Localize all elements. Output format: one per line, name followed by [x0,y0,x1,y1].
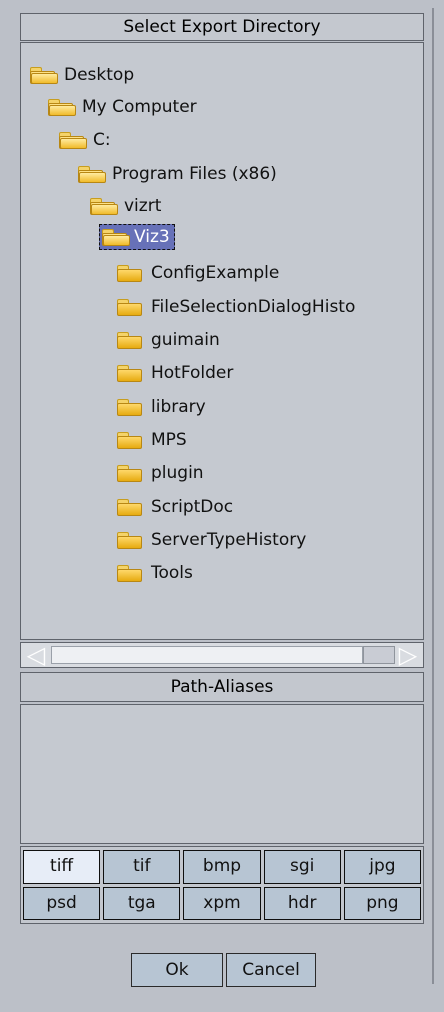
tree-item-plugin[interactable]: plugin [116,459,204,487]
tree-item-guimain[interactable]: guimain [116,326,220,354]
horizontal-scrollbar[interactable]: ◁ ▷ [20,642,424,668]
tree-item-label: Desktop [64,65,135,85]
tree-item-program-files-x86[interactable]: Program Files (x86) [77,160,277,188]
tree-item-label: ConfigExample [151,263,280,283]
scroll-right-icon[interactable]: ▷ [395,643,421,667]
tree-item-configexample[interactable]: ConfigExample [116,259,279,287]
tree-item-label: plugin [151,463,204,483]
format-button-psd[interactable]: psd [23,886,101,920]
tree-item-my-computer[interactable]: My Computer [47,93,197,121]
folder-icon [116,564,145,582]
tree-item-label: C: [93,130,111,150]
tree-item-label: FileSelectionDialogHisto [151,297,356,317]
folder-open-icon [47,98,76,116]
scroll-left-icon[interactable]: ◁ [23,643,49,667]
folder-open-icon [101,228,130,246]
tree-item-viz3[interactable]: Viz3 [99,224,175,250]
folder-icon [116,431,145,449]
format-button-tiff[interactable]: tiff [23,850,101,884]
tree-item-mps[interactable]: MPS [116,426,187,454]
tree-item-label: library [151,397,206,417]
tree-item-label: My Computer [82,97,197,117]
folder-icon [116,331,145,349]
folder-icon [116,464,145,482]
folder-open-icon [29,66,58,84]
ok-button[interactable]: Ok [131,953,223,987]
folder-open-icon [58,131,87,149]
tree-item-label: Tools [151,563,193,583]
tree-item-label: ScriptDoc [151,497,234,517]
tree-item-tools[interactable]: Tools [116,559,193,587]
tree-item-label: ServerTypeHistory [151,530,307,550]
tree-item-desktop[interactable]: Desktop [29,61,134,89]
scroll-thumb[interactable] [363,646,395,664]
folder-icon [116,498,145,516]
tree-item-c-drive[interactable]: C: [58,126,111,154]
directory-tree[interactable]: Desktop My Computer C: Program Files (x8… [20,42,424,640]
tree-item-label: HotFolder [151,363,234,383]
folder-open-icon [89,197,118,215]
format-button-hdr[interactable]: hdr [263,886,341,920]
path-aliases-label: Path-Aliases [20,672,424,702]
format-button-tif[interactable]: tif [103,850,181,884]
folder-icon [116,531,145,549]
scroll-track[interactable] [51,646,363,664]
format-button-png[interactable]: png [343,886,421,920]
cancel-button[interactable]: Cancel [226,953,316,987]
folder-icon [116,398,145,416]
folder-open-icon [77,165,106,183]
folder-icon [116,364,145,382]
format-selector: tiff tif bmp sgi jpg psd tga xpm hdr png [20,846,424,924]
folder-icon [116,298,145,316]
folder-icon [116,264,145,282]
tree-item-label: MPS [151,430,187,450]
format-button-xpm[interactable]: xpm [183,886,261,920]
tree-item-fileselectiondialoghistory[interactable]: FileSelectionDialogHisto [116,293,355,321]
tree-item-servertypehistory[interactable]: ServerTypeHistory [116,526,306,554]
tree-item-hotfolder[interactable]: HotFolder [116,359,233,387]
tree-item-vizrt[interactable]: vizrt [89,192,161,220]
tree-item-label: Viz3 [134,227,170,247]
tree-item-label: guimain [151,330,220,350]
format-button-sgi[interactable]: sgi [263,850,341,884]
format-button-bmp[interactable]: bmp [183,850,261,884]
tree-item-label: vizrt [124,196,162,216]
format-button-jpg[interactable]: jpg [343,850,421,884]
format-button-tga[interactable]: tga [103,886,181,920]
export-directory-dialog: Select Export Directory Desktop My Compu… [20,8,434,984]
tree-item-label: Program Files (x86) [112,164,277,184]
tree-item-scriptdoc[interactable]: ScriptDoc [116,493,233,521]
path-aliases-list[interactable] [20,704,424,844]
dialog-title: Select Export Directory [20,13,424,41]
tree-item-library[interactable]: library [116,393,206,421]
